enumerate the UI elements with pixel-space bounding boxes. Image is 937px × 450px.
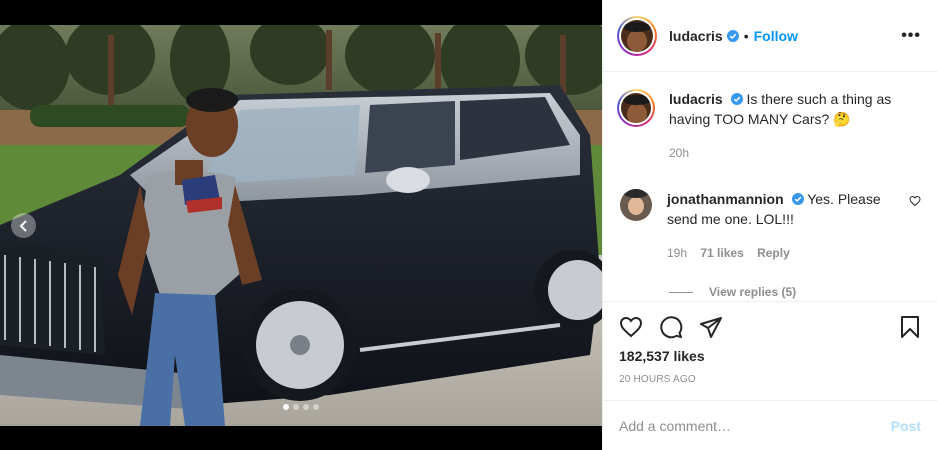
- comment-bubble-icon: [660, 316, 683, 339]
- view-replies-button[interactable]: View replies (5): [669, 285, 921, 299]
- comment-time[interactable]: 19h: [667, 246, 687, 260]
- carousel-prev-button[interactable]: [11, 213, 36, 238]
- save-button[interactable]: [899, 315, 921, 339]
- more-options-icon[interactable]: •••: [901, 27, 921, 45]
- paper-plane-icon: [700, 317, 722, 338]
- carousel-dot[interactable]: [313, 404, 319, 410]
- like-button[interactable]: [619, 315, 643, 339]
- caption-item: ludacris Is there such a thing as having…: [617, 89, 921, 189]
- comment-item: jonathanmannion Yes. Please send me one.…: [617, 189, 921, 263]
- comments-list[interactable]: ludacris Is there such a thing as having…: [603, 73, 937, 301]
- post-actions: 182,537 likes 20 hours ago: [603, 301, 937, 385]
- commenter-username[interactable]: jonathanmannion: [667, 191, 784, 207]
- post-photo[interactable]: [0, 25, 602, 426]
- follow-button[interactable]: Follow: [754, 28, 798, 44]
- bookmark-icon: [901, 316, 919, 338]
- caption-time[interactable]: 20h: [669, 146, 689, 160]
- carousel-dot[interactable]: [303, 404, 309, 410]
- verified-badge-icon: [730, 93, 743, 105]
- post-sidebar: ludacris • Follow ••• ludacris Is there …: [602, 0, 937, 450]
- likes-count[interactable]: 182,537 likes: [619, 348, 921, 364]
- post-comment-button[interactable]: Post: [891, 418, 921, 434]
- author-username[interactable]: ludacris: [669, 28, 723, 44]
- car-photo-illustration: [0, 25, 602, 426]
- post-timestamp[interactable]: 20 hours ago: [619, 374, 921, 385]
- share-button[interactable]: [699, 315, 723, 339]
- reply-button[interactable]: Reply: [757, 246, 790, 260]
- comment-likes[interactable]: 71 likes: [700, 246, 743, 260]
- carousel-dots: [0, 404, 602, 410]
- separator-bullet: •: [743, 27, 749, 44]
- commenter-avatar[interactable]: [620, 189, 652, 221]
- comment-like-heart-icon[interactable]: [909, 195, 921, 207]
- carousel-dot[interactable]: [293, 404, 299, 410]
- author-avatar[interactable]: [617, 15, 657, 56]
- chevron-left-icon: [19, 219, 27, 232]
- post-media-pane: [0, 0, 602, 450]
- heart-icon: [619, 316, 643, 338]
- comment-button[interactable]: [659, 315, 683, 339]
- comment-composer: Post: [603, 400, 937, 450]
- verified-badge-icon: [791, 193, 804, 205]
- view-replies-label: View replies (5): [709, 285, 797, 299]
- view-replies-line: [669, 291, 693, 293]
- post-header: ludacris • Follow •••: [603, 0, 937, 72]
- comment-input[interactable]: [619, 417, 891, 434]
- caption-username[interactable]: ludacris: [669, 91, 723, 107]
- carousel-dot[interactable]: [283, 404, 289, 410]
- verified-badge-icon: [726, 29, 739, 42]
- action-icon-row: [619, 314, 921, 340]
- caption-avatar[interactable]: [617, 89, 655, 127]
